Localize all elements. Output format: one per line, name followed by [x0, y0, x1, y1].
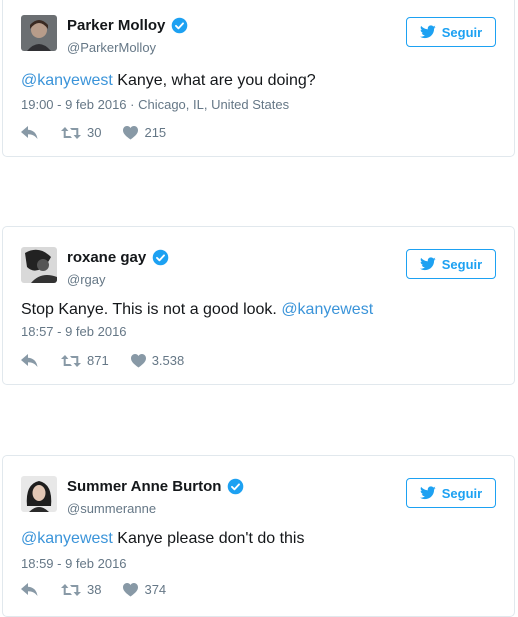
retweet-button[interactable]: 871 — [61, 353, 109, 368]
like-button[interactable]: 374 — [123, 582, 166, 597]
retweet-count: 30 — [87, 125, 102, 140]
tweet-actions: 30 215 — [21, 125, 166, 140]
display-name[interactable]: roxane gay — [67, 249, 169, 266]
reply-icon — [21, 125, 38, 139]
like-button[interactable]: 215 — [123, 125, 166, 140]
verified-badge-icon — [152, 249, 169, 266]
heart-icon — [123, 125, 139, 139]
like-button[interactable]: 3.538 — [130, 353, 185, 368]
like-count: 3.538 — [151, 353, 185, 368]
tweet-text: @kanyewest Kanye, what are you doing? — [21, 72, 316, 90]
mention-link[interactable]: @kanyewest — [21, 72, 113, 89]
tweet-body: Kanye, what are you doing? — [112, 72, 316, 89]
twitter-bird-icon — [419, 25, 436, 39]
retweet-icon — [61, 354, 81, 367]
display-name-text: Summer Anne Burton — [67, 478, 222, 495]
heart-icon — [123, 582, 139, 596]
reply-button[interactable] — [21, 582, 61, 597]
display-name-text: roxane gay — [67, 249, 147, 266]
follow-button[interactable]: Seguir — [406, 249, 496, 279]
retweet-count: 871 — [87, 353, 109, 368]
tweet-timestamp[interactable]: 18:59 - 9 feb 2016 — [21, 556, 127, 571]
twitter-bird-icon — [419, 257, 436, 271]
retweet-icon — [61, 126, 81, 139]
tweet-timestamp[interactable]: 18:57 - 9 feb 2016 — [21, 324, 127, 339]
tweet-actions: 871 3.538 — [21, 353, 184, 368]
follow-button-label: Seguir — [441, 485, 483, 501]
tweet-body: Kanye please don't do this — [112, 530, 305, 547]
like-count: 215 — [144, 125, 167, 140]
tweet-actions: 38 374 — [21, 582, 166, 597]
retweet-count: 38 — [87, 582, 102, 597]
tweet-card: roxane gay @rgay Seguir Stop Kanye. This… — [2, 226, 515, 385]
like-count: 374 — [144, 582, 167, 597]
tweet-card: Parker Molloy @ParkerMolloy Seguir @kany… — [2, 0, 515, 157]
reply-icon — [21, 353, 38, 367]
avatar[interactable] — [21, 247, 57, 283]
tweet-timestamp-location[interactable]: 19:00 - 9 feb 2016 · Chicago, IL, United… — [21, 97, 289, 112]
twitter-bird-icon — [419, 486, 436, 500]
tweet-body: Stop Kanye. This is not a good look. — [21, 301, 282, 318]
display-name[interactable]: Parker Molloy — [67, 17, 188, 34]
tweet-text: @kanyewest Kanye please don't do this — [21, 530, 304, 548]
mention-link[interactable]: @kanyewest — [281, 301, 373, 318]
user-handle[interactable]: @summeranne — [67, 501, 156, 516]
retweet-button[interactable]: 30 — [61, 125, 101, 140]
follow-button[interactable]: Seguir — [406, 17, 496, 47]
verified-badge-icon — [172, 17, 188, 34]
reply-button[interactable] — [21, 125, 61, 140]
user-handle[interactable]: @ParkerMolloy — [67, 40, 156, 55]
verified-badge-icon — [228, 478, 244, 495]
display-name-text: Parker Molloy — [67, 17, 166, 34]
avatar[interactable] — [21, 15, 57, 51]
retweet-button[interactable]: 38 — [61, 582, 101, 597]
reply-icon — [21, 582, 38, 596]
follow-button[interactable]: Seguir — [406, 478, 496, 508]
retweet-icon — [61, 583, 81, 596]
follow-button-label: Seguir — [441, 24, 483, 40]
tweet-text: Stop Kanye. This is not a good look. @ka… — [21, 301, 373, 319]
display-name[interactable]: Summer Anne Burton — [67, 478, 244, 495]
reply-button[interactable] — [21, 353, 61, 368]
mention-link[interactable]: @kanyewest — [21, 530, 113, 547]
avatar[interactable] — [21, 476, 57, 512]
heart-icon — [130, 353, 146, 367]
tweet-card: Summer Anne Burton @summeranne Seguir @k… — [2, 455, 515, 617]
user-handle[interactable]: @rgay — [67, 272, 106, 287]
follow-button-label: Seguir — [441, 256, 483, 272]
